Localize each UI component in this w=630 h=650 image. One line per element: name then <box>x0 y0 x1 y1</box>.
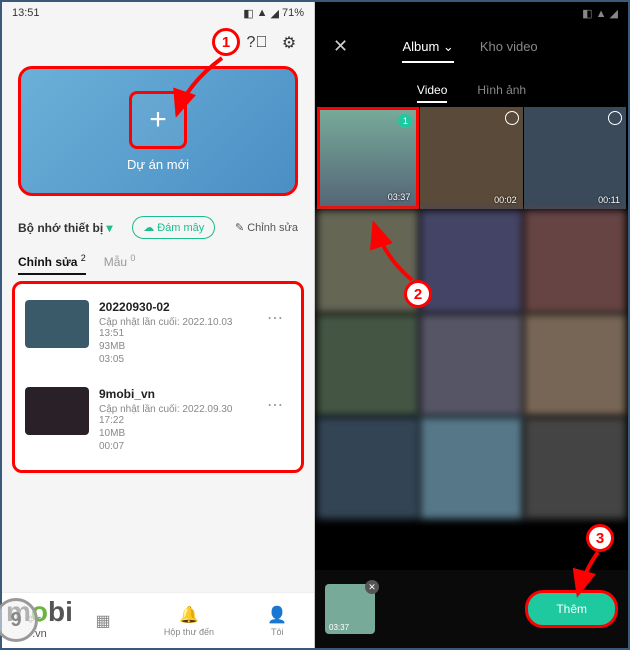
gallery-item[interactable] <box>524 314 626 416</box>
new-project-label: Dự án mới <box>127 157 189 172</box>
status-bar-right: ◧ ▲ ◢ <box>315 2 628 24</box>
gallery-item[interactable] <box>317 314 419 416</box>
tab-edit[interactable]: Chỉnh sửa 2 <box>18 253 86 275</box>
user-icon: 👤 <box>267 605 287 625</box>
status-time: 13:51 <box>12 7 40 19</box>
remove-icon[interactable]: ✕ <box>365 580 379 594</box>
list-item[interactable]: 20220930-02 Cập nhật lần cuối: 2022.10.0… <box>21 290 295 377</box>
chevron-down-icon: ⌄ <box>443 39 454 54</box>
gallery-item[interactable]: 00:02 <box>420 107 522 209</box>
subtab-image[interactable]: Hình ảnh <box>477 83 526 97</box>
more-icon[interactable]: ⋯ <box>259 300 291 336</box>
subtab-video[interactable]: Video <box>417 83 447 97</box>
annotation-2: 2 <box>404 280 432 308</box>
gallery-item[interactable] <box>317 417 419 519</box>
project-thumb <box>25 300 89 348</box>
more-icon[interactable]: ⋯ <box>259 387 291 423</box>
select-ring <box>505 111 519 125</box>
arrow-1 <box>177 54 237 129</box>
gallery-item[interactable] <box>420 417 522 519</box>
bell-icon: 🔔 <box>179 605 199 625</box>
gallery-item[interactable] <box>524 417 626 519</box>
arrow-3 <box>574 550 614 605</box>
annotation-3: 3 <box>586 524 614 552</box>
gallery-item[interactable]: 00:11 <box>524 107 626 209</box>
tab-video-repo[interactable]: Kho video <box>480 39 538 54</box>
list-item[interactable]: 9mobi_vn Cập nhật lần cuối: 2022.09.30 1… <box>21 377 295 464</box>
gear-icon[interactable]: ⚙ <box>278 32 300 54</box>
status-bar-left: 13:51 ◧▲◢71% <box>2 2 314 24</box>
selection-badge: 1 <box>398 114 412 128</box>
nav-me[interactable]: 👤Tôi <box>267 605 287 637</box>
projects-list: 20220930-02 Cập nhật lần cuối: 2022.10.0… <box>12 281 304 473</box>
cloud-button[interactable]: ☁ Đám mây <box>132 216 215 239</box>
edit-link[interactable]: ✎ Chỉnh sửa <box>235 221 298 234</box>
annotation-1: 1 <box>212 28 240 56</box>
gallery-item[interactable] <box>420 314 522 416</box>
project-thumb <box>25 387 89 435</box>
gallery-item[interactable] <box>420 210 522 312</box>
nav-templates[interactable]: ▦ <box>95 611 110 631</box>
strip-thumb[interactable]: ✕ 03:37 <box>325 584 375 634</box>
close-icon[interactable]: ✕ <box>333 36 348 57</box>
tab-album[interactable]: Album ⌄ <box>402 39 453 55</box>
nav-inbox[interactable]: 🔔Hộp thư đến <box>164 605 214 637</box>
gallery-item[interactable]: 1 03:37 <box>317 107 419 209</box>
media-gallery: 1 03:37 00:02 00:11 <box>315 107 628 519</box>
storage-label: Bộ nhớ thiết bị ▾ <box>18 221 113 235</box>
tab-template[interactable]: Mẫu 0 <box>104 253 136 275</box>
help-icon[interactable]: ?⃝ <box>246 32 268 54</box>
gallery-item[interactable] <box>524 210 626 312</box>
select-ring <box>608 111 622 125</box>
status-icons: ◧▲◢71% <box>243 7 304 20</box>
template-icon: ▦ <box>95 611 110 631</box>
new-project-card[interactable]: + Dự án mới <box>18 66 298 196</box>
